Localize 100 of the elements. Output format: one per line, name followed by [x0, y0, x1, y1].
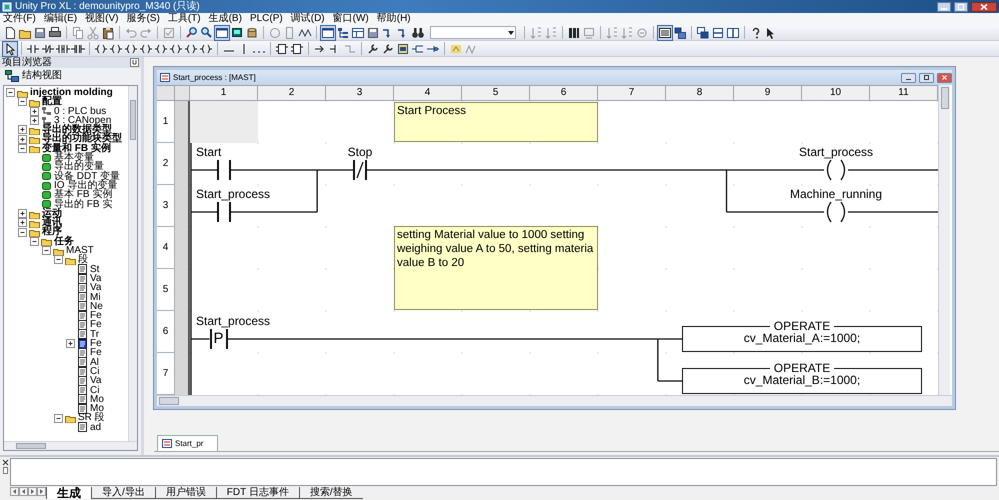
stack-icon[interactable] — [673, 26, 687, 40]
sort-icon[interactable] — [529, 26, 543, 40]
folder-icon[interactable] — [29, 143, 40, 154]
block-icon[interactable] — [290, 42, 304, 56]
document-icon[interactable] — [77, 348, 88, 358]
tree-item[interactable]: 导出的 FB 实 — [54, 200, 112, 209]
magnifier-icon[interactable] — [200, 26, 214, 40]
document-icon[interactable] — [77, 338, 88, 349]
output-tab[interactable]: FDT 日志事件 — [216, 487, 299, 499]
wrench-icon[interactable] — [366, 42, 380, 56]
maximize-icon[interactable] — [954, 2, 968, 12]
tree-icon[interactable] — [336, 26, 350, 40]
sort-icon[interactable] — [620, 26, 634, 40]
table-icon[interactable] — [351, 26, 365, 40]
menu-item[interactable]: 调试(D) — [290, 13, 325, 25]
last-arrow-icon[interactable] — [37, 487, 46, 496]
document-icon[interactable] — [77, 264, 88, 274]
cylinder-icon[interactable] — [245, 26, 259, 40]
menu-item[interactable]: 视图(V) — [85, 13, 118, 25]
folder-icon[interactable] — [29, 227, 40, 238]
tree-item[interactable]: Mi — [90, 292, 101, 302]
window-icon[interactable] — [215, 26, 229, 40]
tree-item[interactable]: MAST — [66, 246, 94, 256]
document-icon[interactable] — [77, 274, 88, 284]
tree-item[interactable]: Va — [90, 274, 102, 284]
expand-icon[interactable] — [66, 339, 75, 348]
collapse-icon[interactable] — [18, 144, 27, 153]
tree-item[interactable]: Al — [90, 358, 99, 367]
tree-item[interactable]: 设备 DDT 变量 — [54, 172, 120, 181]
tree-item[interactable]: Mo — [90, 394, 104, 404]
folder-icon[interactable] — [65, 255, 76, 265]
tree-item[interactable]: Fe — [90, 311, 102, 320]
document-tab[interactable]: Start_pr — [157, 435, 218, 451]
clipboard-icon[interactable] — [101, 26, 115, 40]
next-arrow-icon[interactable] — [28, 487, 37, 496]
collapse-icon[interactable] — [6, 88, 15, 98]
tree-item[interactable]: 导出的功能块类型 — [42, 134, 122, 144]
screen-icon[interactable] — [230, 26, 244, 40]
tree-item[interactable]: 导出的变量 — [54, 162, 104, 172]
dropdown-field[interactable] — [430, 26, 516, 39]
check-icon[interactable] — [162, 26, 176, 40]
close-icon[interactable] — [2, 459, 8, 466]
collapse-icon[interactable] — [18, 228, 27, 237]
scrollbar[interactable] — [938, 85, 950, 395]
printer-icon[interactable] — [48, 26, 62, 40]
menu-item[interactable]: 窗口(W) — [332, 13, 369, 25]
scrollbar[interactable] — [4, 441, 137, 450]
document-icon[interactable] — [77, 320, 88, 330]
folder-icon[interactable] — [65, 413, 76, 424]
first-arrow-icon[interactable] — [10, 487, 19, 496]
collapse-icon[interactable] — [42, 246, 51, 256]
caret-icon[interactable] — [507, 30, 515, 36]
output-tab[interactable]: 导入/导出 — [91, 487, 155, 499]
document-icon[interactable] — [77, 282, 88, 293]
block-icon[interactable] — [275, 42, 289, 56]
cascade-icon[interactable] — [696, 26, 710, 40]
tree-item[interactable]: ad — [90, 422, 102, 432]
tree-item[interactable]: 运动 — [42, 208, 62, 218]
folder-icon[interactable] — [29, 134, 40, 144]
binoculars-icon[interactable] — [411, 26, 425, 40]
view-tab[interactable]: 结构视图 — [22, 70, 62, 82]
tree-item[interactable]: 基本 FB 实例 — [54, 190, 112, 200]
square-icon[interactable] — [41, 162, 52, 172]
document-icon[interactable] — [77, 292, 88, 302]
tree-item[interactable]: Va — [90, 283, 102, 293]
expand-icon[interactable] — [30, 116, 39, 126]
menu-item[interactable]: PLC(P) — [250, 13, 283, 25]
previous-arrow-icon[interactable] — [19, 487, 28, 496]
folder-icon[interactable] — [41, 236, 52, 246]
square-icon[interactable] — [41, 180, 52, 191]
tree-item[interactable]: 任务 — [54, 236, 74, 246]
menu-item[interactable]: 生成(B) — [208, 13, 242, 25]
expand-icon[interactable] — [30, 106, 39, 116]
structure-icon[interactable] — [5, 70, 19, 82]
split-icon[interactable] — [726, 26, 740, 40]
document-icon[interactable] — [77, 376, 88, 386]
scrollbar[interactable] — [157, 395, 952, 406]
animation-icon[interactable] — [658, 26, 672, 40]
output-tab[interactable]: 生成 — [46, 487, 91, 499]
sort-icon[interactable] — [544, 26, 558, 40]
tree-item[interactable]: Ne — [90, 302, 103, 312]
document-icon[interactable] — [77, 329, 88, 340]
tree-item[interactable]: St — [90, 264, 100, 274]
menu-item[interactable]: 帮助(H) — [376, 13, 411, 25]
tree-item[interactable]: Ci — [90, 366, 100, 376]
restore-icon[interactable] — [919, 72, 934, 82]
columns-icon[interactable] — [567, 26, 581, 40]
document-icon[interactable] — [77, 301, 88, 312]
close-icon[interactable] — [971, 2, 997, 12]
tree-item[interactable]: Ci — [90, 386, 100, 395]
save-icon[interactable] — [366, 26, 380, 40]
select-pointer-icon[interactable] — [3, 42, 17, 56]
tree-item[interactable]: Fe — [90, 348, 102, 358]
square-icon[interactable] — [41, 171, 52, 182]
sort-icon[interactable] — [605, 26, 619, 40]
collapse-icon[interactable] — [54, 255, 63, 264]
menu-item[interactable]: 编辑(E) — [44, 13, 78, 25]
document-icon[interactable] — [77, 366, 88, 377]
function-block-icon[interactable] — [396, 42, 410, 56]
menu-item[interactable]: 服务(S) — [126, 13, 160, 25]
